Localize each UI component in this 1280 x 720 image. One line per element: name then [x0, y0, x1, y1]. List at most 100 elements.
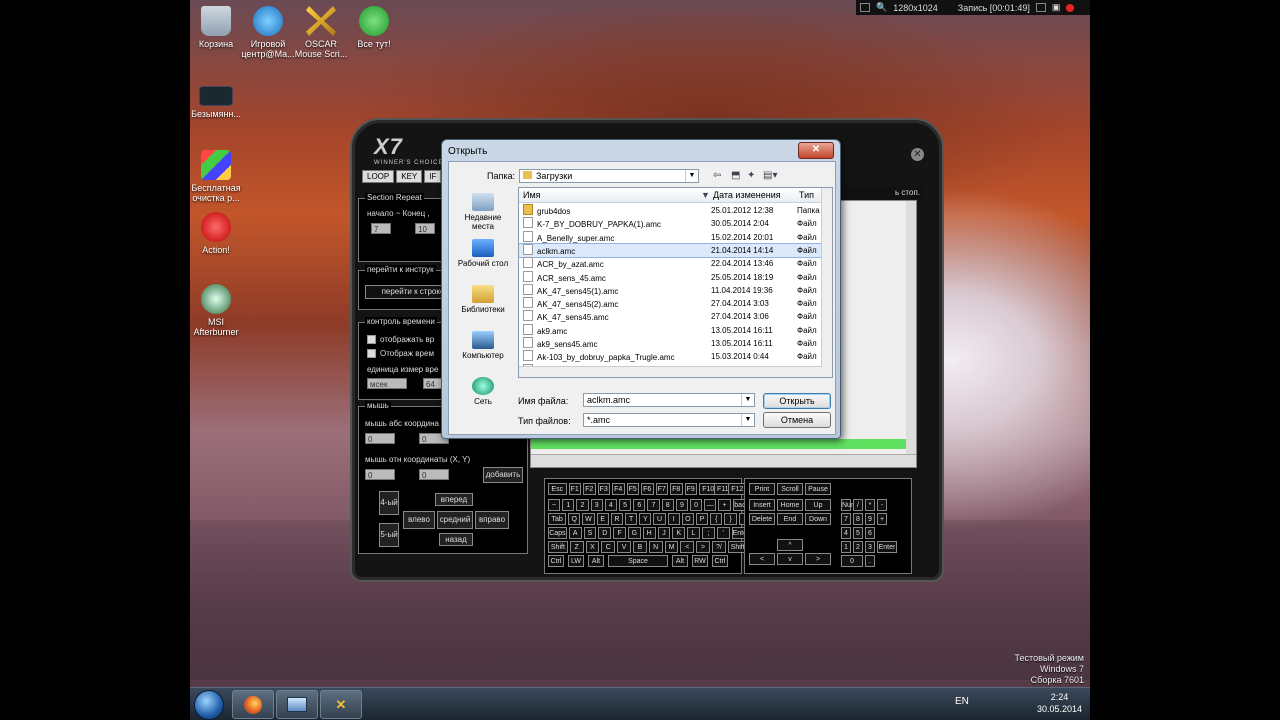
file-row[interactable]: Ak-103_by_dobruy_papka_Trugle.amc 15.03.2… [519, 350, 822, 363]
key[interactable]: Up [805, 499, 831, 511]
key[interactable]: 1 [562, 499, 575, 511]
desktop-icon-action[interactable]: Action! [190, 212, 246, 255]
key[interactable]: Insert [749, 499, 775, 511]
key[interactable]: K [672, 527, 686, 539]
key[interactable]: End [777, 513, 803, 525]
key[interactable]: E [596, 513, 609, 525]
key[interactable]: F5 [626, 483, 639, 495]
key[interactable]: G [628, 527, 641, 539]
key[interactable]: 7 [647, 499, 660, 511]
key[interactable]: 9 [865, 513, 875, 525]
key[interactable]: T [625, 513, 638, 525]
key[interactable]: * [865, 499, 875, 511]
key[interactable]: R [610, 513, 623, 525]
key[interactable]: 4 [841, 527, 851, 539]
repeat-start-input[interactable]: 7 [371, 223, 391, 234]
key[interactable]: U [653, 513, 666, 525]
key[interactable]: 7 [841, 513, 851, 525]
column-name[interactable]: Имя [523, 190, 541, 200]
view-menu-icon[interactable]: ▤▾ [763, 170, 777, 181]
key[interactable]: 0 [841, 555, 863, 567]
repeat-end-input[interactable]: 10 [415, 223, 435, 234]
clock[interactable]: 2:24 30.05.2014 [1037, 691, 1082, 715]
file-row[interactable]: ACR_sens_45.amc 25.05.2014 18:19 Файл [519, 270, 822, 284]
key[interactable]: Print [749, 483, 775, 495]
key[interactable]: Alt [672, 555, 688, 567]
new-folder-icon[interactable]: ✦ [747, 170, 755, 181]
dir-middle-button[interactable]: средний [437, 511, 473, 529]
key[interactable]: S [583, 527, 597, 539]
chevron-down-icon[interactable]: ▼ [741, 414, 754, 426]
mouse-rel-x[interactable]: 0 [365, 469, 395, 480]
key[interactable]: J [657, 527, 671, 539]
key[interactable]: C [601, 541, 616, 553]
start-button[interactable] [194, 690, 224, 720]
key[interactable]: F4 [612, 483, 625, 495]
key[interactable]: 8 [661, 499, 674, 511]
key[interactable]: H [642, 527, 656, 539]
mouse-rel-y[interactable]: 0 [419, 469, 449, 480]
key[interactable]: 4 [604, 499, 617, 511]
key[interactable]: Z [569, 541, 584, 553]
key[interactable]: Scroll [777, 483, 803, 495]
taskbar-x7[interactable]: ✕ [320, 690, 362, 719]
file-row[interactable]: A_Benelly_super.amc 15.02.2014 20:01 Файл [519, 230, 822, 244]
key[interactable]: ?/ [712, 541, 726, 553]
key[interactable]: ^ [777, 539, 803, 551]
key[interactable]: 8 [853, 513, 863, 525]
key[interactable]: N [648, 541, 663, 553]
file-row[interactable]: AK_47_sens45(2).amc 27.04.2014 3:03 Файл [519, 297, 822, 310]
mouse-4th-button[interactable]: 4-ый [379, 491, 399, 515]
key[interactable]: Enter [877, 541, 897, 553]
key[interactable]: Ctrl [548, 555, 564, 567]
key[interactable]: O [681, 513, 694, 525]
key[interactable]: 1 [841, 541, 851, 553]
file-row[interactable]: AK_47_sens45(1).amc 11.04.2014 19:36 Файл [519, 283, 822, 297]
key[interactable]: F2 [583, 483, 596, 495]
key[interactable]: F7 [655, 483, 668, 495]
open-button[interactable]: Открыть [763, 393, 831, 409]
key[interactable]: F6 [641, 483, 654, 495]
key[interactable]: < [680, 541, 695, 553]
taskbar-explorer[interactable] [276, 690, 318, 719]
column-date[interactable]: Дата изменения [713, 190, 781, 200]
key[interactable]: P [696, 513, 709, 525]
key[interactable]: . [865, 555, 875, 567]
file-list-hscroll[interactable] [519, 366, 822, 377]
place-recent[interactable]: Недавние места [453, 193, 513, 231]
dir-back-button[interactable]: назад [439, 533, 473, 546]
desktop-icon-afterburner[interactable]: MSI Afterburner [190, 284, 246, 337]
language-indicator[interactable]: EN [955, 696, 969, 707]
file-row[interactable]: aclkm.amc 21.04.2014 14:14 Файл [519, 242, 823, 258]
key[interactable]: W [582, 513, 595, 525]
tab-if[interactable]: IF [424, 170, 442, 183]
stop-icon[interactable] [1035, 3, 1046, 12]
editor-hscroll[interactable] [531, 454, 916, 467]
monitor-icon[interactable] [860, 3, 870, 12]
show-time-check[interactable]: отображать вр [367, 335, 434, 345]
record-dot-icon[interactable] [1066, 3, 1075, 12]
key[interactable]: 5 [853, 527, 863, 539]
key[interactable]: - [877, 499, 887, 511]
key[interactable]: I [667, 513, 680, 525]
key[interactable]: Q [568, 513, 581, 525]
show-time-check2[interactable]: Отображ врем [367, 349, 434, 359]
key[interactable]: Y [639, 513, 652, 525]
cancel-button[interactable]: Отмена [763, 412, 831, 428]
mouse-abs-x[interactable]: 0 [365, 433, 395, 444]
up-folder-icon[interactable]: ⬒ [731, 170, 740, 181]
key[interactable]: Pause [805, 483, 831, 495]
dir-right-button[interactable]: вправо [475, 511, 509, 529]
sort-arrow-icon[interactable]: ▼ [701, 190, 710, 200]
key[interactable]: / [853, 499, 863, 511]
tab-key[interactable]: KEY [396, 170, 423, 183]
taskbar-firefox[interactable] [232, 690, 274, 719]
x7-close-icon[interactable]: ✕ [911, 148, 924, 161]
dir-left-button[interactable]: влево [403, 511, 435, 529]
add-button[interactable]: добавить [483, 467, 523, 483]
file-row[interactable]: grub4dos 25.01.2012 12:38 Папка [519, 204, 822, 217]
key[interactable]: Num [841, 499, 857, 511]
desktop-icon-oscar[interactable]: OSCAR Mouse Scri... [291, 6, 351, 59]
place-computer[interactable]: Компьютер [453, 331, 513, 360]
key[interactable]: F3 [597, 483, 610, 495]
